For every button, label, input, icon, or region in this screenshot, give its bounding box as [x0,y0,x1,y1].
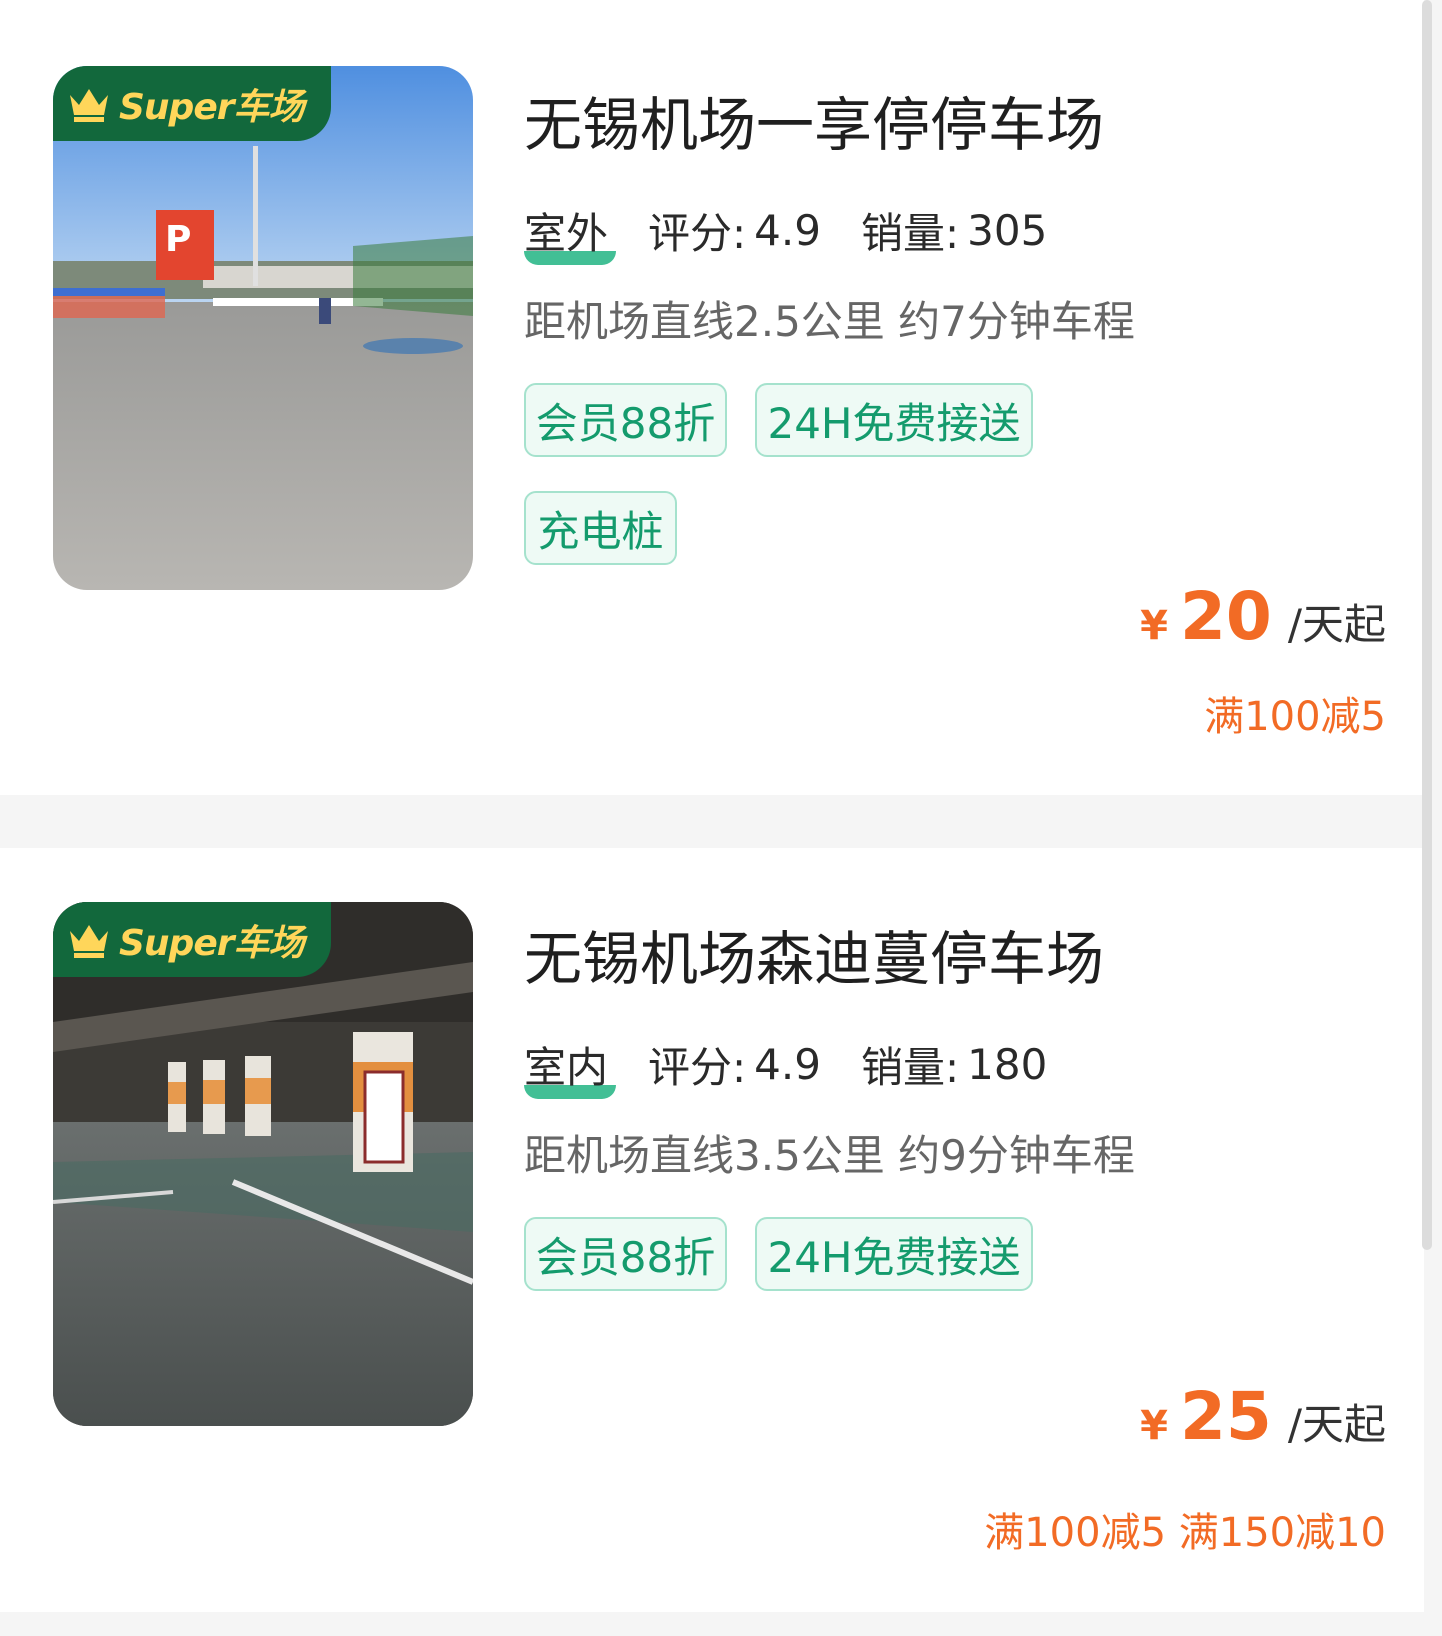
svg-text:P: P [165,219,191,260]
price-amount: 20 [1179,578,1272,655]
tag-charging-station: 充电桩 [524,491,677,565]
crown-icon [70,924,108,958]
price-amount: 25 [1179,1378,1272,1455]
price-unit: /天起 [1287,1400,1386,1449]
tag-member-discount: 会员88折 [524,1217,727,1291]
sales-label: 销量: [860,209,960,258]
listing-meta: 室外 评分: 4.9 销量: 305 [524,200,1087,265]
parking-lot-photo-indoor[interactable]: Super车场 [53,902,473,1426]
currency-symbol: ¥ [1140,1403,1168,1449]
price-block: ¥ 20 /天起 [1140,578,1386,655]
currency-symbol: ¥ [1140,603,1168,649]
listing-title[interactable]: 无锡机场森迪蔓停车场 [524,912,1104,996]
super-lot-badge: Super车场 [53,902,331,977]
tag-free-shuttle: 24H免费接送 [755,1217,1033,1291]
parking-listing-card[interactable]: Super车场 无锡机场森迪蔓停车场 室内 评分: 4.9 销量: 180 距机… [0,848,1424,1612]
parking-lot-photo-outdoor[interactable]: P Super车场 [53,66,473,590]
rating-value: 4.9 [754,206,821,255]
tag-member-discount: 会员88折 [524,383,727,457]
super-lot-label: Super车场 [119,86,304,128]
rating-label: 评分: [648,209,747,258]
sales-label: 销量: [860,1043,960,1092]
lot-type: 室内 [524,1043,609,1092]
crown-icon [70,88,108,122]
distance-info: 距机场直线3.5公里 约9分钟车程 [524,1131,1135,1180]
listing-meta: 室内 评分: 4.9 销量: 180 [524,1034,1087,1099]
parking-listing-card[interactable]: P Super车场 无锡机场一享停停车场 室外 评分: 4.9 销量: 305 … [0,0,1424,795]
scrollbar[interactable] [1422,0,1432,1250]
distance-info: 距机场直线2.5公里 约7分钟车程 [524,297,1135,346]
lot-type-tag: 室内 [524,1034,616,1099]
price-block: ¥ 25 /天起 [1140,1378,1386,1455]
super-lot-label: Super车场 [119,922,304,964]
rating-label: 评分: [648,1043,747,1092]
sales-value: 305 [967,206,1048,255]
super-lot-badge: Super车场 [53,66,331,141]
promo-text: 满100减5 满150减10 [984,1510,1386,1556]
indoor-lot-image [53,902,473,1426]
lot-type: 室外 [524,209,609,258]
price-unit: /天起 [1287,600,1386,649]
outdoor-lot-image: P [53,66,473,590]
sales-value: 180 [967,1040,1048,1089]
listing-title[interactable]: 无锡机场一享停停车场 [524,78,1104,162]
rating-value: 4.9 [754,1040,821,1089]
tag-free-shuttle: 24H免费接送 [755,383,1033,457]
lot-type-tag: 室外 [524,200,616,265]
promo-text: 满100减5 [1204,694,1386,740]
list-divider [0,1612,1424,1636]
